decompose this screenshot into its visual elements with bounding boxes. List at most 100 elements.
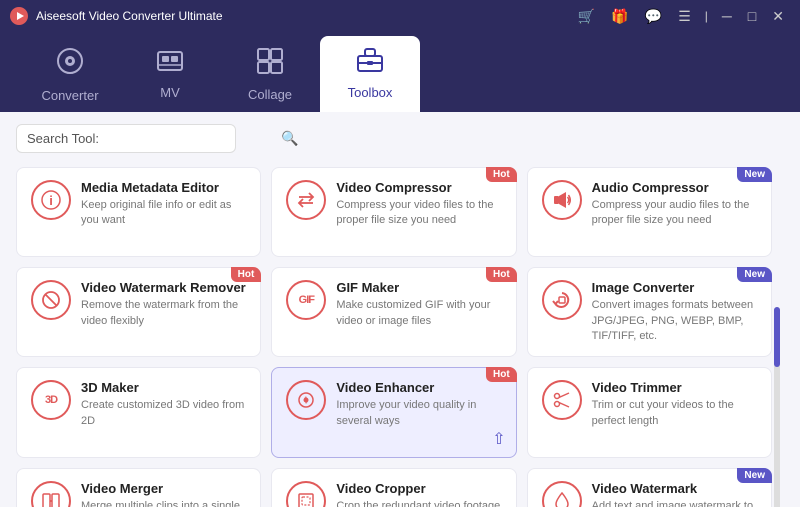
tool-info-audio-compressor: Audio Compressor Compress your audio file… [592,180,757,229]
tool-icon-video-watermark [542,481,582,507]
tool-icon-3d-maker: 3D [31,380,71,420]
tool-info-video-merger: Video Merger Merge multiple clips into a … [81,481,246,507]
tool-icon-video-enhancer [286,380,326,420]
tool-card-video-watermark-remover[interactable]: HotVideo Watermark Remover Remove the wat… [16,267,261,357]
close-button[interactable]: ✕ [766,6,790,27]
converter-icon [56,47,84,82]
chat-icon[interactable]: 💬 [639,6,668,27]
tab-collage[interactable]: Collage [220,40,320,112]
tool-info-3d-maker: 3D Maker Create customized 3D video from … [81,380,246,429]
tool-name-video-watermark-remover: Video Watermark Remover [81,280,246,295]
tool-card-3d-maker[interactable]: 3D 3D Maker Create customized 3D video fro… [16,367,261,457]
tool-icon-video-compressor [286,180,326,220]
titlebar: Aiseesoft Video Converter Ultimate 🛒 🎁 💬… [0,0,800,32]
tool-icon-audio-compressor [542,180,582,220]
tool-card-media-metadata-editor[interactable]: i Media Metadata Editor Keep original file… [16,167,261,257]
tool-grid-wrap: i Media Metadata Editor Keep original file… [16,167,784,507]
tool-info-image-converter: Image Converter Convert images formats be… [592,280,757,344]
tool-icon-video-cropper [286,481,326,507]
main-content: Search Tool: 🔍 i Media Metadata Editor Kee… [0,112,800,507]
badge-gif-maker: Hot [486,267,517,282]
svg-text:i: i [49,193,53,208]
menu-icon[interactable]: ☰ [672,6,697,27]
tool-desc-video-enhancer: Improve your video quality in several wa… [336,398,501,429]
tab-toolbox[interactable]: Toolbox [320,36,420,112]
gift-icon[interactable]: 🎁 [605,6,634,27]
tool-desc-video-trimmer: Trim or cut your videos to the perfect l… [592,398,757,429]
mv-icon [156,50,184,79]
tool-desc-video-merger: Merge multiple clips into a single piece [81,499,246,507]
tool-desc-media-metadata-editor: Keep original file info or edit as you w… [81,198,246,229]
content-wrapper: i Media Metadata Editor Keep original file… [16,167,784,507]
tool-icon-video-trimmer [542,380,582,420]
cart-icon[interactable]: 🛒 [572,6,601,27]
tool-card-gif-maker[interactable]: Hot GIFGIF MakerMake customized GIF with … [271,267,516,357]
badge-video-enhancer: Hot [486,367,517,382]
tab-converter-label: Converter [41,88,98,103]
tabbar: Converter MV Collage [0,32,800,112]
tool-card-video-cropper[interactable]: Video CropperCrop the redundant video fo… [271,468,516,507]
tool-info-video-compressor: Video Compressor Compress your video file… [336,180,501,229]
tab-collage-label: Collage [248,87,292,102]
tool-grid: i Media Metadata Editor Keep original file… [16,167,772,507]
collage-icon [257,48,283,81]
tool-card-video-trimmer[interactable]: Video Trimmer Trim or cut your videos to … [527,367,772,457]
scroll-up-arrow[interactable]: ⇧ [492,429,505,449]
search-label: Search Tool: [27,131,99,146]
tool-name-video-watermark: Video Watermark [592,481,757,496]
tool-name-video-cropper: Video Cropper [336,481,501,496]
tool-info-video-enhancer: Video Enhancer Improve your video quality… [336,380,501,429]
maximize-button[interactable]: □ [742,6,762,26]
tool-name-video-merger: Video Merger [81,481,246,496]
app-title: Aiseesoft Video Converter Ultimate [36,9,572,23]
tool-icon-video-watermark-remover [31,280,71,320]
tool-desc-image-converter: Convert images formats between JPG/JPEG,… [592,298,757,344]
search-icon[interactable]: 🔍 [281,130,298,147]
tool-name-3d-maker: 3D Maker [81,380,246,395]
app-logo [10,7,28,25]
tool-icon-media-metadata-editor: i [31,180,71,220]
tool-card-image-converter[interactable]: NewImage Converter Convert images formats… [527,267,772,357]
search-input[interactable] [105,131,281,146]
tool-info-video-cropper: Video CropperCrop the redundant video fo… [336,481,501,507]
tool-info-gif-maker: GIF MakerMake customized GIF with your v… [336,280,501,329]
tool-icon-image-converter [542,280,582,320]
scrollbar-thumb[interactable] [774,307,780,367]
tool-card-video-enhancer[interactable]: HotVideo Enhancer Improve your video qual… [271,367,516,457]
tool-info-media-metadata-editor: Media Metadata Editor Keep original file … [81,180,246,229]
badge-video-watermark-remover: Hot [231,267,262,282]
tool-name-gif-maker: GIF Maker [336,280,501,295]
tool-name-video-trimmer: Video Trimmer [592,380,757,395]
tool-info-video-watermark-remover: Video Watermark Remover Remove the waterm… [81,280,246,329]
tool-name-image-converter: Image Converter [592,280,757,295]
search-bar[interactable]: Search Tool: 🔍 [16,124,236,153]
tab-mv[interactable]: MV [120,40,220,112]
tab-mv-label: MV [160,85,180,100]
tool-desc-3d-maker: Create customized 3D video from 2D [81,398,246,429]
minimize-button[interactable]: ─ [716,6,738,26]
tool-card-audio-compressor[interactable]: NewAudio Compressor Compress your audio f… [527,167,772,257]
tool-name-video-enhancer: Video Enhancer [336,380,501,395]
tool-name-video-compressor: Video Compressor [336,180,501,195]
tool-desc-audio-compressor: Compress your audio files to the proper … [592,198,757,229]
tool-icon-video-merger [31,481,71,507]
tool-name-audio-compressor: Audio Compressor [592,180,757,195]
tool-info-video-trimmer: Video Trimmer Trim or cut your videos to … [592,380,757,429]
badge-video-watermark: New [737,468,772,483]
badge-image-converter: New [737,267,772,282]
tool-desc-video-watermark-remover: Remove the watermark from the video flex… [81,298,246,329]
tool-desc-video-compressor: Compress your video files to the proper … [336,198,501,229]
scrollbar[interactable] [774,307,780,507]
tool-card-video-watermark[interactable]: NewVideo Watermark Add text and image wat… [527,468,772,507]
tool-name-media-metadata-editor: Media Metadata Editor [81,180,246,195]
tool-card-video-compressor[interactable]: HotVideo Compressor Compress your video f… [271,167,516,257]
tab-converter[interactable]: Converter [20,40,120,112]
tool-info-video-watermark: Video Watermark Add text and image waterm… [592,481,757,507]
badge-video-compressor: Hot [486,167,517,182]
tool-icon-gif-maker: GIF [286,280,326,320]
tab-toolbox-label: Toolbox [348,85,393,100]
badge-audio-compressor: New [737,167,772,182]
tool-desc-video-watermark: Add text and image watermark to the vide… [592,499,757,507]
toolbox-icon [356,46,384,79]
tool-card-video-merger[interactable]: Video Merger Merge multiple clips into a … [16,468,261,507]
